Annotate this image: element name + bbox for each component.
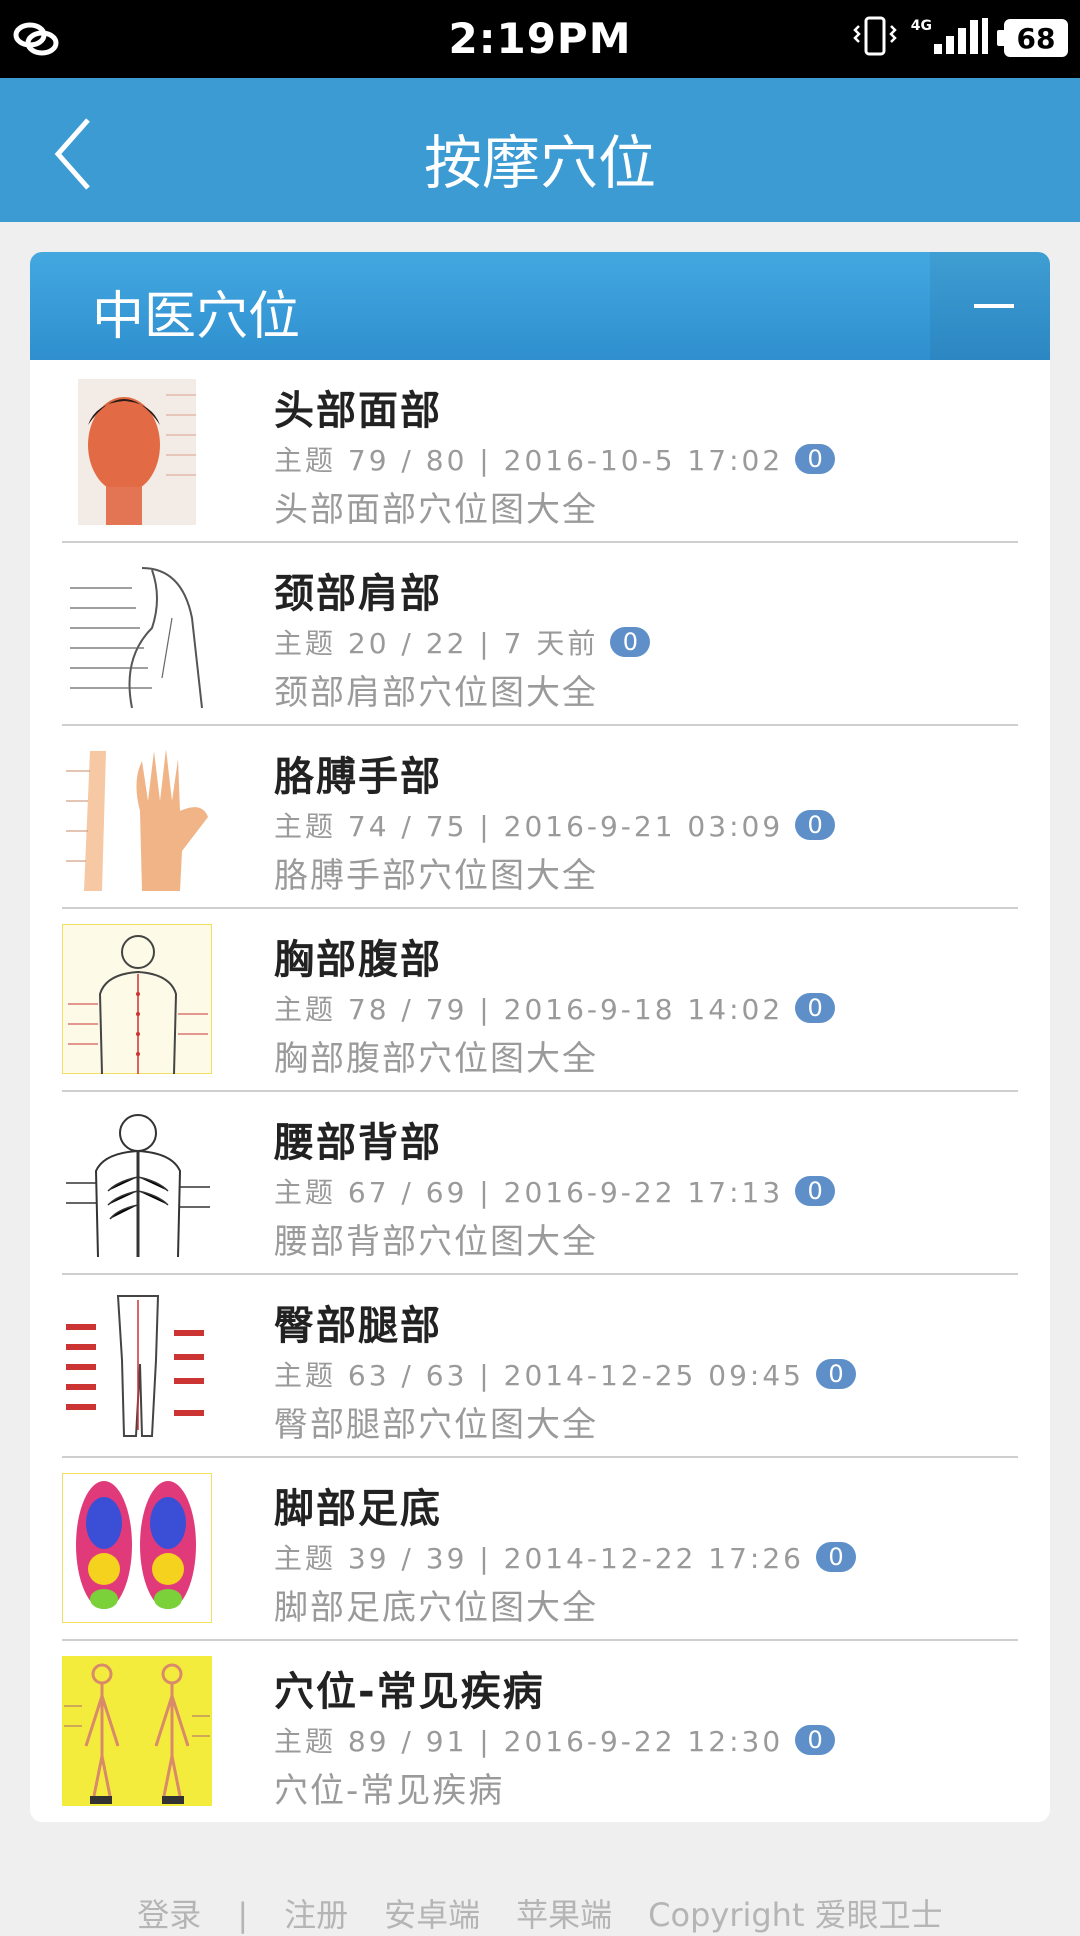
item-meta: 主题 63 / 63 | 2014-12-25 09:45 0 xyxy=(274,1353,1018,1395)
item-description: 脚部足底穴位图大全 xyxy=(274,1588,598,1628)
copyright-text: Copyright 爱眼卫士 xyxy=(648,1896,943,1934)
item-meta-text: 主题 39 / 39 | 2014-12-22 17:26 xyxy=(274,1542,804,1575)
arm-hand-acupoint-thumbnail xyxy=(62,741,212,891)
item-title: 穴位-常见疾病 xyxy=(274,1669,545,1715)
footer-links: 登录 | 注册 安卓端 苹果端 Copyright 爱眼卫士 xyxy=(0,1890,1080,1936)
item-title: 脚部足底 xyxy=(274,1486,442,1532)
item-meta: 主题 78 / 79 | 2016-9-18 14:02 0 xyxy=(274,987,1018,1029)
ios-link[interactable]: 苹果端 xyxy=(516,1896,612,1934)
leg-acupoint-thumbnail xyxy=(62,1290,212,1440)
list-item[interactable]: 胸部腹部 主题 78 / 79 | 2016-9-18 14:02 0 胸部腹部… xyxy=(62,909,1018,1092)
item-description: 穴位-常见疾病 xyxy=(274,1771,505,1811)
vibrate-icon xyxy=(852,14,897,62)
list-item[interactable]: 颈部肩部 主题 20 / 22 | 7 天前 0 颈部肩部穴位图大全 xyxy=(62,543,1018,726)
chest-abdomen-acupoint-thumbnail xyxy=(62,924,212,1074)
footer-separator: | xyxy=(237,1896,249,1934)
status-icons: 4G 68 xyxy=(852,14,1068,62)
item-title: 头部面部 xyxy=(274,388,442,434)
item-title: 胳膊手部 xyxy=(274,754,442,800)
item-title: 臀部腿部 xyxy=(274,1303,442,1349)
panel-header[interactable]: 中医穴位 xyxy=(30,252,1050,360)
list-item[interactable]: 胳膊手部 主题 74 / 75 | 2016-9-21 03:09 0 胳膊手部… xyxy=(62,726,1018,909)
item-description: 腰部背部穴位图大全 xyxy=(274,1222,598,1262)
item-description: 头部面部穴位图大全 xyxy=(274,490,598,530)
collapse-button[interactable] xyxy=(930,252,1050,360)
category-panel: 中医穴位 头部面部 主题 79 / 80 | 2016-10-5 17:02 0… xyxy=(30,252,1050,1822)
count-badge: 0 xyxy=(795,810,836,840)
item-title: 胸部腹部 xyxy=(274,937,442,983)
battery-icon: 68 xyxy=(997,19,1068,57)
item-meta-text: 主题 79 / 80 | 2016-10-5 17:02 xyxy=(274,444,784,477)
item-description: 胳膊手部穴位图大全 xyxy=(274,856,598,896)
list-item[interactable]: 臀部腿部 主题 63 / 63 | 2014-12-25 09:45 0 臀部腿… xyxy=(62,1275,1018,1458)
back-acupoint-thumbnail xyxy=(62,1107,212,1257)
item-meta-text: 主题 20 / 22 | 7 天前 xyxy=(274,627,599,660)
item-meta-text: 主题 78 / 79 | 2016-9-18 14:02 xyxy=(274,993,784,1026)
count-badge: 0 xyxy=(795,1725,836,1755)
count-badge: 0 xyxy=(610,627,651,657)
count-badge: 0 xyxy=(815,1359,856,1389)
list-item[interactable]: 脚部足底 主题 39 / 39 | 2014-12-22 17:26 0 脚部足… xyxy=(62,1458,1018,1641)
category-list: 头部面部 主题 79 / 80 | 2016-10-5 17:02 0 头部面部… xyxy=(30,360,1050,1822)
login-link[interactable]: 登录 xyxy=(137,1896,201,1934)
item-meta-text: 主题 89 / 91 | 2016-9-22 12:30 xyxy=(274,1725,784,1758)
item-description: 颈部肩部穴位图大全 xyxy=(274,673,598,713)
item-meta: 主题 89 / 91 | 2016-9-22 12:30 0 xyxy=(274,1719,1018,1761)
panel-title: 中医穴位 xyxy=(92,287,301,347)
item-description: 胸部腹部穴位图大全 xyxy=(274,1039,598,1079)
item-meta: 主题 79 / 80 | 2016-10-5 17:02 0 xyxy=(274,438,1018,480)
item-title: 腰部背部 xyxy=(274,1120,442,1166)
android-link[interactable]: 安卓端 xyxy=(384,1896,480,1934)
list-item[interactable]: 腰部背部 主题 67 / 69 | 2016-9-22 17:13 0 腰部背部… xyxy=(62,1092,1018,1275)
page-title: 按摩穴位 xyxy=(423,129,656,197)
count-badge: 0 xyxy=(815,1542,856,1572)
item-meta-text: 主题 63 / 63 | 2014-12-25 09:45 xyxy=(274,1359,804,1392)
neck-shoulder-acupoint-thumbnail xyxy=(62,558,212,708)
common-disease-acupoint-thumbnail xyxy=(62,1656,212,1806)
list-item[interactable]: 头部面部 主题 79 / 80 | 2016-10-5 17:02 0 头部面部… xyxy=(62,360,1018,543)
register-link[interactable]: 注册 xyxy=(284,1896,348,1934)
status-bar: 2:19PM 4G 68 xyxy=(0,0,1080,78)
count-badge: 0 xyxy=(795,993,836,1023)
item-meta-text: 主题 67 / 69 | 2016-9-22 17:13 xyxy=(274,1176,784,1209)
foot-sole-acupoint-thumbnail xyxy=(62,1473,212,1623)
list-item[interactable]: 穴位-常见疾病 主题 89 / 91 | 2016-9-22 12:30 0 穴… xyxy=(62,1641,1018,1822)
title-bar: 按摩穴位 xyxy=(0,78,1080,222)
network-type: 4G xyxy=(910,18,932,34)
item-meta: 主题 20 / 22 | 7 天前 0 xyxy=(274,621,1018,663)
signal-icon xyxy=(932,16,990,60)
minus-icon xyxy=(974,304,1014,308)
item-meta: 主题 74 / 75 | 2016-9-21 03:09 0 xyxy=(274,804,1018,846)
item-meta: 主题 67 / 69 | 2016-9-22 17:13 0 xyxy=(274,1170,1018,1212)
item-description: 臀部腿部穴位图大全 xyxy=(274,1405,598,1445)
item-meta: 主题 39 / 39 | 2014-12-22 17:26 0 xyxy=(274,1536,1018,1578)
head-acupoint-thumbnail xyxy=(62,375,212,525)
count-badge: 0 xyxy=(795,444,836,474)
item-meta-text: 主题 74 / 75 | 2016-9-21 03:09 xyxy=(274,810,784,843)
count-badge: 0 xyxy=(795,1176,836,1206)
item-title: 颈部肩部 xyxy=(274,571,442,617)
